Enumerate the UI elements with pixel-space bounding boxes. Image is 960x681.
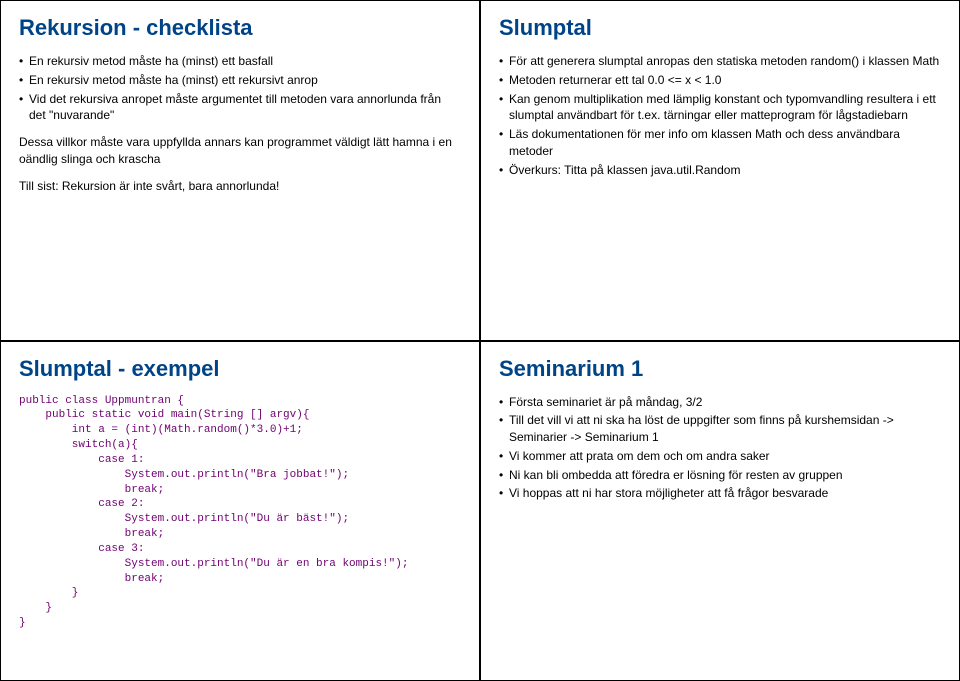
slide-title: Slumptal - exempel: [19, 356, 461, 382]
slide-title: Slumptal: [499, 15, 941, 41]
bullet-item: Ni kan bli ombedda att föredra er lösnin…: [499, 467, 941, 484]
slide-title: Seminarium 1: [499, 356, 941, 382]
code-block: public class Uppmuntran { public static …: [19, 394, 461, 632]
bullet-item: För att generera slumptal anropas den st…: [499, 53, 941, 70]
bullet-list: Första seminariet är på måndag, 3/2 Till…: [499, 394, 941, 503]
bullet-item: Vi hoppas att ni har stora möjligheter a…: [499, 485, 941, 502]
bullet-item: Till det vill vi att ni ska ha löst de u…: [499, 412, 941, 446]
bullet-item: Första seminariet är på måndag, 3/2: [499, 394, 941, 411]
bullet-item: Överkurs: Titta på klassen java.util.Ran…: [499, 162, 941, 179]
bullet-list: En rekursiv metod måste ha (minst) ett b…: [19, 53, 461, 124]
bullet-item: En rekursiv metod måste ha (minst) ett r…: [19, 72, 461, 89]
bullet-item: Metoden returnerar ett tal 0.0 <= x < 1.…: [499, 72, 941, 89]
bullet-item: Kan genom multiplikation med lämplig kon…: [499, 91, 941, 125]
slide-grid: Rekursion - checklista En rekursiv metod…: [0, 0, 960, 681]
slide-slumptal-exempel: Slumptal - exempel public class Uppmuntr…: [0, 341, 480, 681]
paragraph: Dessa villkor måste vara uppfyllda annar…: [19, 134, 461, 168]
bullet-item: Vi kommer att prata om dem och om andra …: [499, 448, 941, 465]
bullet-list: För att generera slumptal anropas den st…: [499, 53, 941, 179]
slide-seminarium-1: Seminarium 1 Första seminariet är på mån…: [480, 341, 960, 681]
bullet-item: En rekursiv metod måste ha (minst) ett b…: [19, 53, 461, 70]
slide-title: Rekursion - checklista: [19, 15, 461, 41]
bullet-item: Vid det rekursiva anropet måste argument…: [19, 91, 461, 125]
slide-rekursion-checklista: Rekursion - checklista En rekursiv metod…: [0, 0, 480, 341]
bullet-item: Läs dokumentationen för mer info om klas…: [499, 126, 941, 160]
slide-slumptal: Slumptal För att generera slumptal anrop…: [480, 0, 960, 341]
paragraph: Till sist: Rekursion är inte svårt, bara…: [19, 178, 461, 195]
